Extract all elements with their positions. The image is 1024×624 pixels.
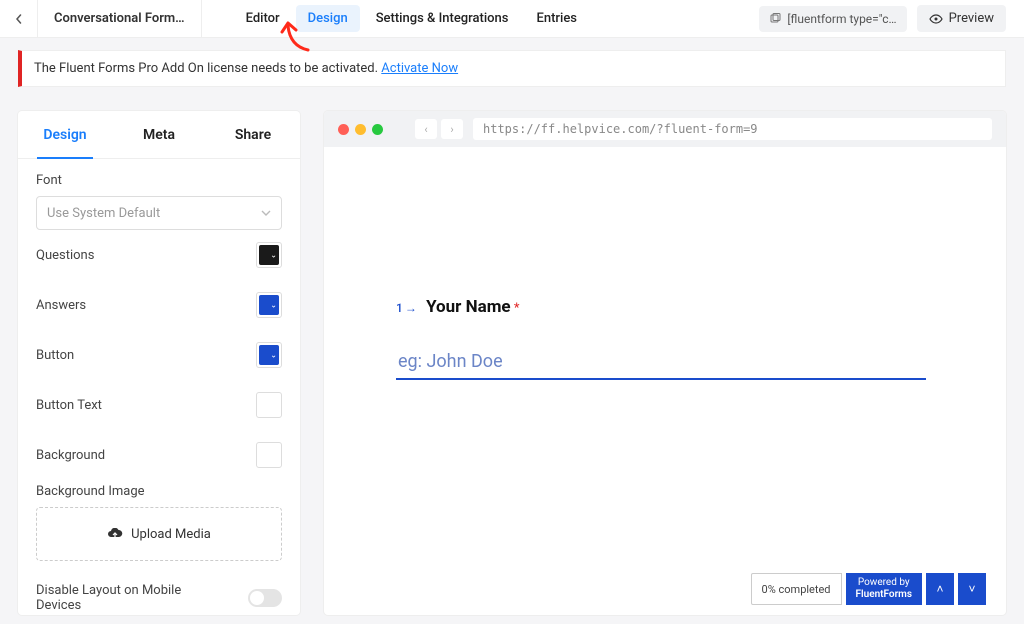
font-select[interactable]: Use System Default — [36, 196, 282, 230]
color-row-button-text: Button Text — [18, 380, 300, 430]
panel-tab-design[interactable]: Design — [18, 111, 112, 158]
preview-pane: ‹ › https://ff.helpvice.com/?fluent-form… — [324, 111, 1006, 615]
form-next-button[interactable]: ˅ — [958, 573, 986, 605]
traffic-lights — [338, 124, 383, 135]
panel-tabs: Design Meta Share — [18, 111, 300, 159]
form-prev-button[interactable]: ˄ — [926, 573, 954, 605]
color-label: Button — [36, 348, 74, 363]
color-label: Button Text — [36, 398, 102, 413]
design-panel: Design Meta Share Font Use System Defaul… — [18, 111, 300, 615]
powered-by-badge[interactable]: Powered by FluentForms — [846, 573, 922, 605]
tab-editor[interactable]: Editor — [234, 5, 292, 32]
shortcode-text: [fluentform type="c… — [787, 12, 896, 26]
color-label: Questions — [36, 248, 94, 263]
form-canvas: 1→ Your Name * — [324, 147, 1006, 615]
traffic-min-icon — [355, 124, 366, 135]
color-row-answers: Answers ⌄ — [18, 280, 300, 330]
toggle-row-disable-mobile-layout: Disable Layout on Mobile Devices — [18, 575, 300, 615]
color-row-questions: Questions ⌄ — [18, 230, 300, 280]
shortcode-chip[interactable]: [fluentform type="c… — [759, 6, 906, 32]
traffic-close-icon — [338, 124, 349, 135]
question-label: Your Name — [426, 297, 511, 317]
question-row: 1→ Your Name * — [396, 297, 926, 317]
preview-label: Preview — [949, 11, 994, 26]
tab-settings-integrations[interactable]: Settings & Integrations — [364, 5, 521, 32]
progress-completed: 0% completed — [751, 573, 842, 605]
form-name: Conversational Form… — [38, 0, 202, 38]
font-value: Use System Default — [47, 206, 160, 221]
topbar: Conversational Form… Editor Design Setti… — [0, 0, 1024, 38]
question-number: 1→ — [396, 301, 417, 315]
color-swatch-button[interactable]: ⌄ — [256, 342, 282, 368]
color-row-button: Button ⌄ — [18, 330, 300, 380]
color-swatch-answers[interactable]: ⌄ — [256, 292, 282, 318]
browser-forward-button[interactable]: › — [441, 119, 463, 139]
notice-text: The Fluent Forms Pro Add On license need… — [34, 61, 381, 76]
color-row-background: Background — [18, 430, 300, 480]
color-label: Answers — [36, 298, 86, 313]
back-button[interactable] — [0, 0, 38, 38]
top-tabs: Editor Design Settings & Integrations En… — [234, 0, 589, 38]
preview-button[interactable]: Preview — [917, 5, 1006, 32]
tab-design[interactable]: Design — [296, 5, 360, 32]
color-label: Background — [36, 448, 105, 463]
activate-link[interactable]: Activate Now — [381, 61, 458, 76]
toggle-label: Disable Layout on Mobile Devices — [36, 583, 226, 613]
toggle-disable-mobile-layout[interactable] — [248, 589, 282, 607]
cloud-upload-icon — [107, 528, 123, 540]
answer-input[interactable] — [396, 345, 926, 380]
color-swatch-questions[interactable]: ⌄ — [256, 242, 282, 268]
bg-image-label: Background Image — [36, 484, 282, 499]
browser-bar: ‹ › https://ff.helpvice.com/?fluent-form… — [324, 111, 1006, 147]
chevron-left-icon — [14, 14, 24, 24]
progress-strip: 0% completed Powered by FluentForms ˄ ˅ — [751, 573, 986, 605]
upload-label: Upload Media — [131, 527, 211, 542]
notice-bar: The Fluent Forms Pro Add On license need… — [0, 38, 1024, 87]
font-label: Font — [36, 173, 282, 188]
chevron-down-icon — [261, 210, 271, 216]
panel-tab-share[interactable]: Share — [206, 111, 300, 158]
browser-back-button[interactable]: ‹ — [415, 119, 437, 139]
required-marker: * — [514, 301, 520, 316]
panel-tab-meta[interactable]: Meta — [112, 111, 206, 158]
main-area: Design Meta Share Font Use System Defaul… — [0, 87, 1024, 615]
url-bar[interactable]: https://ff.helpvice.com/?fluent-form=9 — [473, 118, 992, 140]
eye-icon — [929, 14, 943, 24]
tab-entries[interactable]: Entries — [525, 5, 589, 32]
copy-icon — [769, 13, 781, 25]
traffic-max-icon — [372, 124, 383, 135]
upload-media-button[interactable]: Upload Media — [36, 507, 282, 561]
color-swatch-button-text[interactable] — [256, 392, 282, 418]
color-swatch-background[interactable] — [256, 442, 282, 468]
